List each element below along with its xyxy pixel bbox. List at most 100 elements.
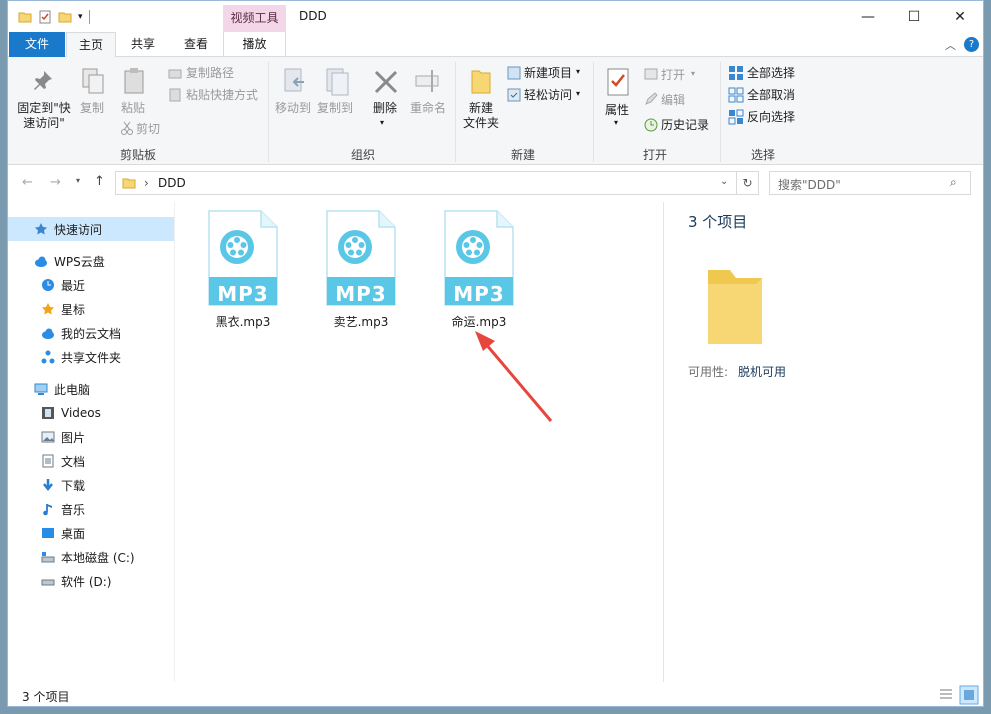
breadcrumb-ddd[interactable]: DDD xyxy=(158,176,186,190)
tab-view[interactable]: 查看 xyxy=(172,32,220,57)
computer-icon xyxy=(34,383,48,395)
file-type-badge: MP3 xyxy=(217,282,269,306)
back-arrow-icon[interactable]: ← xyxy=(22,175,33,190)
history-button[interactable]: 历史记录 xyxy=(661,118,709,133)
file-item[interactable]: MP3 黑衣.mp3 xyxy=(193,209,293,329)
file-name: 黑衣.mp3 xyxy=(215,315,271,329)
properties-button[interactable]: 属性 xyxy=(605,103,629,118)
new-folder-button[interactable]: 新建 文件夹 xyxy=(463,101,499,131)
drive-icon xyxy=(41,579,55,586)
nav-item-this-pc[interactable]: 此电脑 xyxy=(8,377,174,401)
nav-label: WPS云盘 xyxy=(54,254,105,269)
chevron-down-icon[interactable]: ▾ xyxy=(614,118,618,127)
cut-icon xyxy=(121,121,133,135)
minimize-button[interactable]: — xyxy=(845,1,891,32)
title-bar: ▾ 视频工具 DDD — ☐ ✕ xyxy=(8,1,983,32)
nav-item-pictures[interactable]: 图片 xyxy=(8,425,174,449)
help-icon[interactable]: ? xyxy=(964,37,979,52)
easy-access-icon xyxy=(507,88,521,102)
clock-icon xyxy=(42,279,54,291)
new-item-button[interactable]: 新建项目 xyxy=(524,66,572,81)
nav-item-videos[interactable]: Videos xyxy=(8,401,174,425)
nav-item-software-d[interactable]: 软件 (D:) xyxy=(8,569,174,593)
file-item[interactable]: MP3 命运.mp3 xyxy=(429,209,529,329)
tab-share[interactable]: 共享 xyxy=(120,32,166,57)
address-dropdown-icon[interactable]: ⌄ xyxy=(720,176,728,187)
search-icon[interactable]: ⌕ xyxy=(950,175,957,190)
file-name: 卖艺.mp3 xyxy=(333,315,389,329)
chevron-down-icon[interactable]: ▾ xyxy=(576,89,580,98)
address-bar[interactable]: › DDD ⌄ xyxy=(115,171,737,195)
nav-item-local-c[interactable]: 本地磁盘 (C:) xyxy=(8,545,174,569)
chevron-down-icon[interactable]: ▾ xyxy=(691,69,695,78)
nav-item-starred[interactable]: 星标 xyxy=(8,297,174,321)
select-none-button[interactable]: 全部取消 xyxy=(747,88,795,103)
history-icon xyxy=(644,118,658,132)
tab-home[interactable]: 主页 xyxy=(66,32,116,58)
open-icon xyxy=(644,68,658,80)
paste-icon xyxy=(124,68,144,94)
chevron-down-icon[interactable]: ▾ xyxy=(380,118,384,127)
nav-item-shared[interactable]: 共享文件夹 xyxy=(8,345,174,369)
search-input[interactable]: 搜索"DDD" ⌕ xyxy=(769,171,971,195)
open-button[interactable]: 打开 xyxy=(661,68,685,83)
maximize-button[interactable]: ☐ xyxy=(891,1,937,32)
nav-label: 此电脑 xyxy=(54,382,91,397)
select-all-button[interactable]: 全部选择 xyxy=(747,66,795,81)
ribbon-separator xyxy=(268,62,269,162)
folder-icon[interactable] xyxy=(18,10,32,24)
cut-button[interactable]: 剪切 xyxy=(136,122,160,137)
star-icon xyxy=(42,303,54,315)
rename-button[interactable]: 重命名 xyxy=(410,101,446,116)
breadcrumb-separator-icon[interactable]: › xyxy=(144,176,149,190)
nav-item-music[interactable]: 音乐 xyxy=(8,497,174,521)
refresh-icon[interactable]: ↻ xyxy=(737,171,759,195)
status-item-count: 3 个项目 xyxy=(22,690,70,704)
window-title: DDD xyxy=(299,9,327,23)
new-folder-icon[interactable] xyxy=(58,10,72,24)
nav-item-documents[interactable]: 文档 xyxy=(8,449,174,473)
collapse-ribbon-icon[interactable]: ︿ xyxy=(945,37,956,53)
group-label-new: 新建 xyxy=(510,148,535,162)
nav-label: 音乐 xyxy=(61,502,86,517)
forward-arrow-icon[interactable]: → xyxy=(50,175,61,190)
document-icon xyxy=(42,454,54,468)
copy-button[interactable]: 复制 xyxy=(80,101,104,116)
nav-item-quick-access[interactable]: 快速访问 xyxy=(8,217,174,241)
pin-quick-access-button[interactable]: 固定到"快 速访问" xyxy=(16,101,72,131)
large-icons-view-icon[interactable] xyxy=(959,685,979,705)
nav-item-recent[interactable]: 最近 xyxy=(8,273,174,297)
nav-item-desktop[interactable]: 桌面 xyxy=(8,521,174,545)
close-button[interactable]: ✕ xyxy=(937,1,983,32)
edit-button[interactable]: 编辑 xyxy=(661,93,685,108)
paste-shortcut-button[interactable]: 粘贴快捷方式 xyxy=(186,88,258,103)
copy-to-button[interactable]: 复制到 xyxy=(317,101,353,116)
delete-button[interactable]: 删除 xyxy=(373,101,397,116)
group-label-open: 打开 xyxy=(642,148,667,162)
paste-button[interactable]: 粘贴 xyxy=(121,101,145,116)
tab-play[interactable]: 播放 xyxy=(223,32,286,57)
chevron-down-icon[interactable]: ▾ xyxy=(78,12,83,22)
nav-item-downloads[interactable]: 下载 xyxy=(8,473,174,497)
new-item-icon xyxy=(507,66,521,80)
recent-locations-chevron-icon[interactable]: ▾ xyxy=(76,176,80,185)
file-type-badge: MP3 xyxy=(453,282,505,306)
move-to-button[interactable]: 移动到 xyxy=(275,101,311,116)
nav-item-my-cloud[interactable]: 我的云文档 xyxy=(8,321,174,345)
pin-icon xyxy=(34,71,52,90)
file-item[interactable]: MP3 卖艺.mp3 xyxy=(311,209,411,329)
drive-icon xyxy=(41,552,55,563)
nav-label: 快速访问 xyxy=(54,222,103,237)
ribbon-separator xyxy=(593,62,594,162)
properties-icon[interactable] xyxy=(38,10,52,24)
easy-access-button[interactable]: 轻松访问 xyxy=(524,88,572,103)
chevron-down-icon[interactable]: ▾ xyxy=(576,67,580,76)
nav-label: Videos xyxy=(61,406,101,420)
nav-item-wps[interactable]: WPS云盘 xyxy=(8,249,174,273)
invert-selection-button[interactable]: 反向选择 xyxy=(747,110,795,125)
details-view-icon[interactable] xyxy=(938,687,954,703)
up-arrow-icon[interactable]: ↑ xyxy=(94,174,105,189)
edit-icon xyxy=(645,92,658,105)
copy-path-button[interactable]: 复制路径 xyxy=(186,66,234,81)
new-folder-icon xyxy=(471,70,491,94)
